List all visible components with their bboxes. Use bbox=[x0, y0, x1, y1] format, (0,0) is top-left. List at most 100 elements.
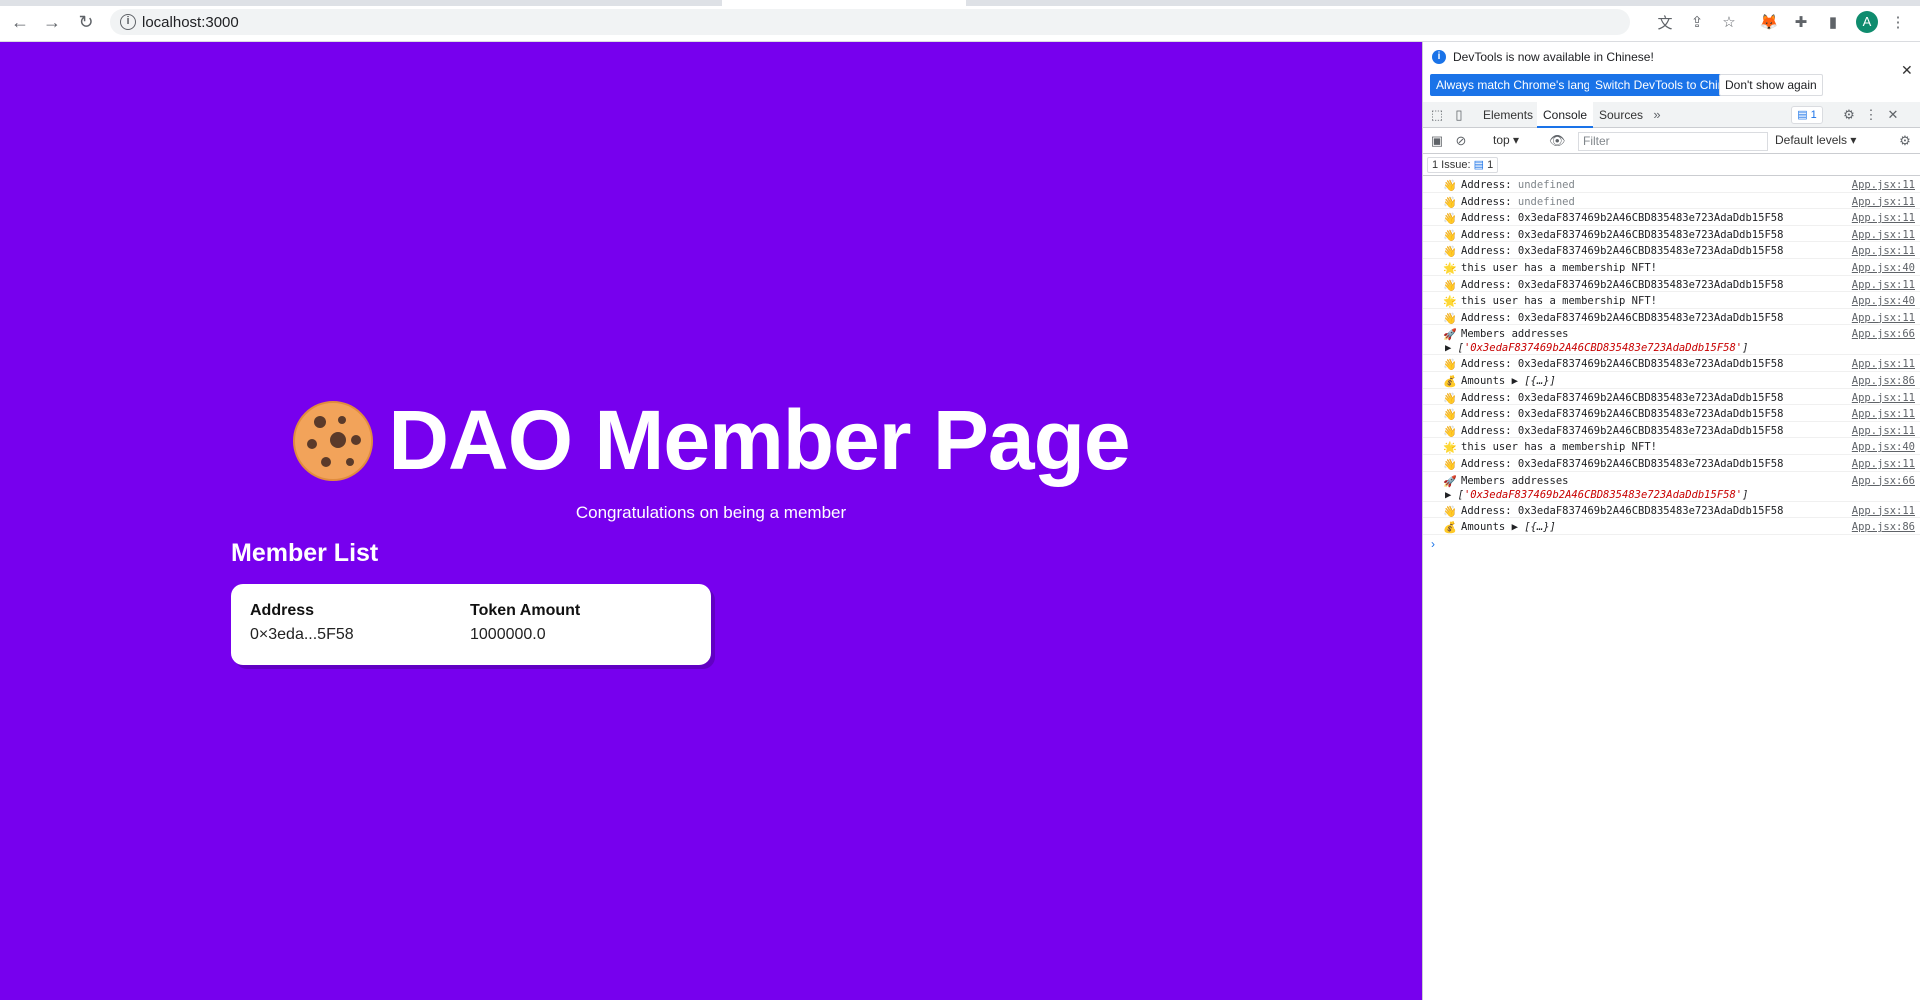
log-emoji-icon: 🚀 bbox=[1443, 328, 1457, 342]
tab-sources[interactable]: Sources bbox=[1593, 102, 1649, 128]
issues-badge[interactable]: ▤ 1 bbox=[1791, 106, 1823, 124]
log-emoji-icon: 👋 bbox=[1443, 195, 1457, 209]
page-title: DAO Member Page bbox=[388, 393, 1130, 487]
log-value: 0x3edaF837469b2A46CBD835483e723AdaDdb15F… bbox=[1517, 457, 1784, 470]
log-emoji-icon: 👋 bbox=[1443, 179, 1457, 192]
log-message: Address: 0x3edaF837469b2A46CBD835483e723… bbox=[1461, 358, 1784, 371]
log-source-link[interactable]: App.jsx:11 bbox=[1852, 408, 1915, 420]
log-source-link[interactable]: App.jsx:11 bbox=[1852, 229, 1915, 241]
log-value: undefined bbox=[1517, 179, 1575, 191]
metamask-fox-icon[interactable]: 🦊 bbox=[1759, 12, 1779, 32]
log-source-link[interactable]: App.jsx:11 bbox=[1852, 245, 1915, 257]
more-tabs-icon[interactable]: » bbox=[1649, 107, 1665, 123]
log-message: Address: 0x3edaF837469b2A46CBD835483e723… bbox=[1461, 391, 1784, 404]
log-message: Address: 0x3edaF837469b2A46CBD835483e723… bbox=[1461, 424, 1784, 437]
inspect-element-icon[interactable]: ⬚ bbox=[1429, 107, 1445, 123]
log-source-link[interactable]: App.jsx:40 bbox=[1852, 441, 1915, 453]
address-column: Address 0×3eda...5F58 bbox=[250, 602, 354, 644]
log-value: 0x3edaF837469b2A46CBD835483e723AdaDdb15F… bbox=[1517, 424, 1784, 437]
more-options-icon[interactable]: ⋮ bbox=[1863, 107, 1879, 123]
log-object[interactable]: ▶ [{…}] bbox=[1505, 521, 1556, 533]
log-levels-dropdown[interactable]: Default levels ▾ bbox=[1775, 133, 1856, 147]
console-log-entry: 🚀 Members addresses App.jsx:66 ▶ ['0x3edaF8… bbox=[1423, 325, 1920, 356]
log-value: 0x3edaF837469b2A46CBD835483e723AdaDdb15F… bbox=[1517, 358, 1784, 371]
dont-show-again-button[interactable]: Don't show again bbox=[1719, 74, 1823, 96]
context-selector[interactable]: top ▾ bbox=[1493, 133, 1519, 147]
log-source-link[interactable]: App.jsx:11 bbox=[1852, 358, 1915, 370]
log-message: Address: 0x3edaF837469b2A46CBD835483e723… bbox=[1461, 504, 1784, 517]
log-source-link[interactable]: App.jsx:11 bbox=[1852, 312, 1915, 324]
tab-console[interactable]: Console bbox=[1537, 102, 1594, 128]
translate-icon[interactable]: 文 bbox=[1655, 12, 1675, 32]
page-subtitle: Congratulations on being a member bbox=[575, 503, 847, 522]
log-source-link[interactable]: App.jsx:40 bbox=[1852, 295, 1915, 307]
console-prompt-chevron-icon[interactable]: › bbox=[1431, 537, 1435, 551]
log-message: Address: undefined bbox=[1461, 179, 1575, 191]
console-log-entry: 👋 Address: 0x3edaF837469b2A46CBD835483e72… bbox=[1423, 226, 1920, 243]
extensions-puzzle-icon[interactable]: ✚ bbox=[1791, 12, 1811, 32]
console-filter-input[interactable]: Filter bbox=[1578, 132, 1768, 151]
log-source-link[interactable]: App.jsx:86 bbox=[1852, 375, 1915, 387]
sidebar-toggle-icon[interactable]: ▣ bbox=[1429, 133, 1445, 149]
back-arrow-icon[interactable]: ← bbox=[10, 12, 30, 32]
log-source-link[interactable]: App.jsx:11 bbox=[1852, 425, 1915, 437]
reload-icon[interactable]: ↻ bbox=[76, 12, 96, 32]
console-log-entry: 👋 Address: 0x3edaF837469b2A46CBD835483e72… bbox=[1423, 355, 1920, 372]
site-info-icon[interactable]: i bbox=[120, 14, 136, 30]
log-source-link[interactable]: App.jsx:11 bbox=[1852, 279, 1915, 291]
profile-avatar[interactable]: A bbox=[1856, 11, 1878, 33]
log-value: 0x3edaF837469b2A46CBD835483e723AdaDdb15F… bbox=[1517, 408, 1784, 421]
tab-elements[interactable]: Elements bbox=[1477, 102, 1539, 128]
console-log-entry: 💰 Amounts ▶ [{…}] App.jsx:86 bbox=[1423, 518, 1920, 535]
log-source-link[interactable]: App.jsx:86 bbox=[1852, 521, 1915, 533]
log-message: Amounts ▶ [{…}] bbox=[1461, 374, 1556, 387]
log-source-link[interactable]: App.jsx:11 bbox=[1852, 179, 1915, 191]
log-array-expander[interactable]: ▶ ['0x3edaF837469b2A46CBD835483e723AdaDd… bbox=[1445, 489, 1748, 501]
log-emoji-icon: 👋 bbox=[1443, 311, 1457, 325]
log-source-link[interactable]: App.jsx:66 bbox=[1852, 328, 1915, 340]
console-log-entry: 👋 Address: 0x3edaF837469b2A46CBD835483e72… bbox=[1423, 422, 1920, 439]
bookmark-star-icon[interactable]: ☆ bbox=[1719, 12, 1739, 32]
tab-strip bbox=[0, 0, 1920, 6]
settings-gear-icon[interactable]: ⚙ bbox=[1841, 107, 1857, 123]
log-array-expander[interactable]: ▶ ['0x3edaF837469b2A46CBD835483e723AdaDd… bbox=[1445, 342, 1748, 354]
clear-console-icon[interactable]: ⊘ bbox=[1453, 133, 1469, 149]
log-source-link[interactable]: App.jsx:40 bbox=[1852, 262, 1915, 274]
share-icon[interactable]: ⇪ bbox=[1687, 12, 1707, 32]
log-message: Address: 0x3edaF837469b2A46CBD835483e723… bbox=[1461, 457, 1784, 470]
log-value: 0x3edaF837469b2A46CBD835483e723AdaDdb15F… bbox=[1517, 391, 1784, 404]
log-emoji-icon: 👋 bbox=[1443, 391, 1457, 405]
close-icon[interactable]: ✕ bbox=[1901, 62, 1913, 79]
chrome-menu-icon[interactable]: ⋮ bbox=[1888, 12, 1908, 32]
log-source-link[interactable]: App.jsx:66 bbox=[1852, 475, 1915, 487]
language-infobar: i DevTools is now available in Chinese! … bbox=[1423, 42, 1920, 102]
log-source-link[interactable]: App.jsx:11 bbox=[1852, 505, 1915, 517]
side-panel-icon[interactable]: ▮ bbox=[1823, 12, 1843, 32]
console-toolbar: ▣ ⊘ top ▾ 👁 Filter Default levels ▾ ⚙ bbox=[1423, 128, 1920, 154]
log-source-link[interactable]: App.jsx:11 bbox=[1852, 212, 1915, 224]
log-source-link[interactable]: App.jsx:11 bbox=[1852, 392, 1915, 404]
active-tab[interactable] bbox=[722, 0, 966, 6]
live-expression-eye-icon[interactable]: 👁 bbox=[1549, 133, 1566, 149]
console-log-entry: 👋 Address: 0x3edaF837469b2A46CBD835483e72… bbox=[1423, 455, 1920, 472]
forward-arrow-icon[interactable]: → bbox=[42, 12, 62, 32]
close-devtools-icon[interactable]: ✕ bbox=[1885, 107, 1901, 123]
console-settings-icon[interactable]: ⚙ bbox=[1897, 133, 1913, 149]
log-message: Address: 0x3edaF837469b2A46CBD835483e723… bbox=[1461, 311, 1784, 324]
log-object[interactable]: ▶ [{…}] bbox=[1505, 375, 1556, 387]
member-list-heading: Member List bbox=[231, 539, 379, 567]
log-source-link[interactable]: App.jsx:11 bbox=[1852, 458, 1915, 470]
log-message: this user has a membership NFT! bbox=[1461, 261, 1657, 274]
log-emoji-icon: 👋 bbox=[1443, 245, 1457, 259]
device-toolbar-icon[interactable]: ▯ bbox=[1451, 107, 1467, 123]
context-value: top bbox=[1493, 133, 1510, 147]
console-log-entry: 👋 Address: 0x3edaF837469b2A46CBD835483e72… bbox=[1423, 309, 1920, 326]
log-source-link[interactable]: App.jsx:11 bbox=[1852, 196, 1915, 208]
log-emoji-icon: 👋 bbox=[1443, 212, 1457, 226]
token-amount-column: Token Amount 1000000.0 bbox=[470, 602, 580, 644]
address-bar[interactable]: i localhost:3000 bbox=[110, 9, 1630, 35]
log-emoji-icon: 🌟 bbox=[1443, 295, 1457, 309]
log-emoji-icon: 👋 bbox=[1443, 504, 1457, 518]
issues-link[interactable]: 1 Issue: ▤ 1 bbox=[1427, 157, 1499, 173]
app-page: DAO Member Page Congratulations on being… bbox=[0, 42, 1422, 1000]
